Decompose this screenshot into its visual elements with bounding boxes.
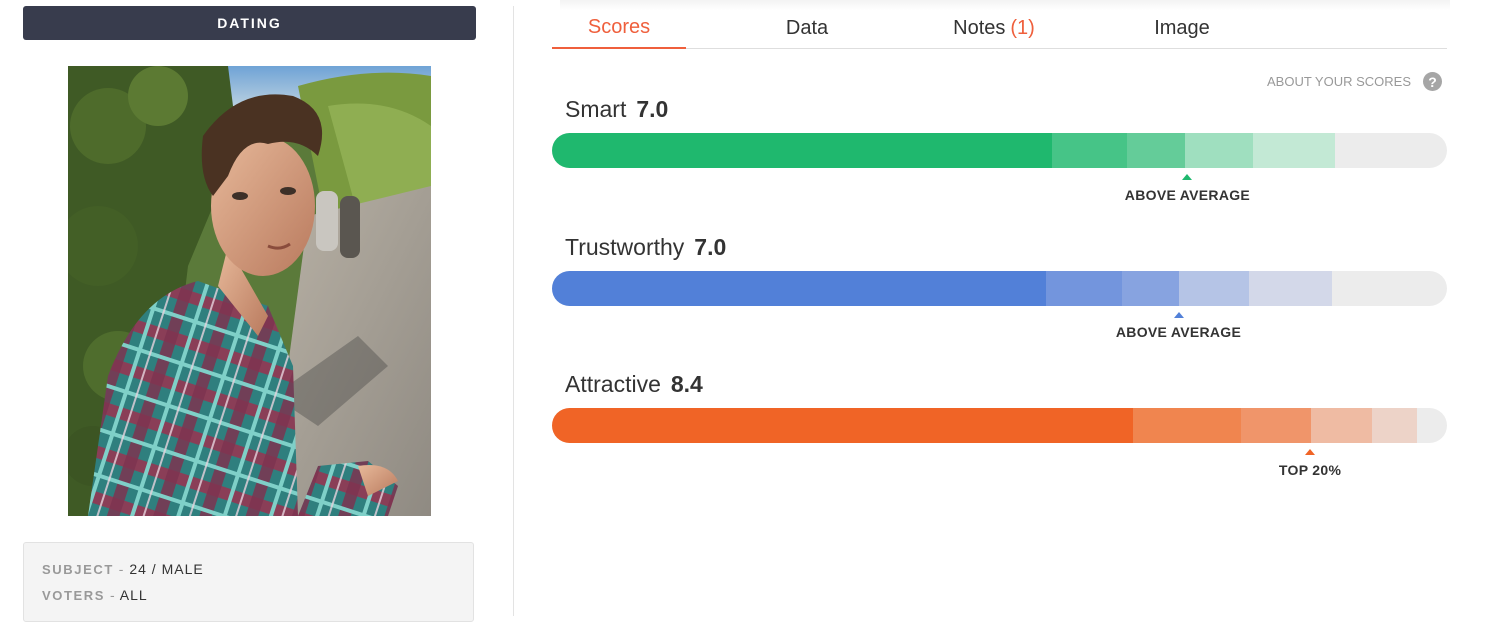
score-smart-name: Smart (565, 96, 627, 122)
score-smart-value: 7.0 (636, 96, 669, 122)
score-bar-segment (1179, 271, 1250, 306)
subject-info-box: SUBJECT - 24 / MALE VOTERS - ALL (23, 542, 474, 622)
score-trustworthy-marker-label: ABOVE AVERAGE (1115, 324, 1242, 340)
score-smart-bar (552, 133, 1447, 168)
score-bar-segment (1132, 408, 1242, 443)
score-bar-segment (1127, 133, 1185, 168)
score-attractive-marker-label: TOP 20% (1278, 462, 1342, 478)
voters-separator: - (109, 587, 116, 603)
tab-bar: Scores Data Notes (1) Image (552, 8, 1447, 49)
voters-label: VOTERS (42, 588, 106, 603)
score-attractive-title: Attractive 8.4 (565, 371, 703, 398)
tab-notes-count: (1) (1010, 16, 1035, 39)
score-bar-segment (1252, 133, 1336, 168)
tab-scores[interactable]: Scores (552, 8, 686, 49)
score-trustworthy-marker (1173, 312, 1184, 318)
about-scores-link[interactable]: ABOUT YOUR SCORES ? (1267, 72, 1442, 91)
tab-image[interactable]: Image (1115, 8, 1249, 48)
tab-image-label: Image (1154, 16, 1210, 39)
voters-row: VOTERS - ALL (42, 587, 455, 613)
score-bar-segment (552, 271, 1047, 306)
score-smart-title: Smart 7.0 (565, 96, 668, 123)
subject-value: 24 / MALE (129, 561, 204, 577)
score-bar-segment (1371, 408, 1418, 443)
subject-photo (68, 66, 431, 516)
score-attractive-bar (552, 408, 1447, 443)
tab-data[interactable]: Data (740, 8, 874, 48)
tab-data-label: Data (785, 16, 829, 39)
category-label: DATING (23, 6, 476, 40)
score-bar-segment (1122, 271, 1180, 306)
score-bar-segment (1046, 271, 1123, 306)
tab-scores-label: Scores (587, 16, 651, 38)
score-bar-segment (552, 408, 1133, 443)
tab-notes[interactable]: Notes (1) (924, 8, 1064, 48)
score-bar-segment (1241, 408, 1311, 443)
subject-row: SUBJECT - 24 / MALE (42, 561, 455, 587)
score-trustworthy: Trustworthy 7.0 ABOVE AVERAGE (552, 234, 1447, 344)
score-trustworthy-title: Trustworthy 7.0 (565, 234, 726, 261)
score-attractive: Attractive 8.4 TOP 20% (552, 371, 1447, 481)
score-trustworthy-value: 7.0 (694, 234, 727, 260)
subject-label: SUBJECT (42, 562, 114, 577)
score-bar-segment (552, 133, 1053, 168)
score-attractive-value: 8.4 (670, 371, 703, 397)
score-smart: Smart 7.0 ABOVE AVERAGE (552, 96, 1447, 206)
subject-separator: - (118, 561, 125, 577)
score-trustworthy-bar (552, 271, 1447, 306)
tab-notes-label: Notes (953, 16, 1006, 39)
score-bar-segment (1052, 133, 1128, 168)
score-bar-segment (1310, 408, 1372, 443)
about-scores-label: ABOUT YOUR SCORES (1267, 74, 1411, 89)
score-attractive-marker (1305, 449, 1316, 455)
score-bar-segment (1249, 271, 1332, 306)
voters-value: ALL (119, 587, 148, 603)
score-smart-marker (1182, 174, 1193, 180)
score-trustworthy-name: Trustworthy (565, 234, 685, 260)
score-bar-segment (1184, 133, 1253, 168)
score-attractive-name: Attractive (565, 371, 661, 397)
question-circle-icon[interactable]: ? (1423, 72, 1442, 91)
score-smart-marker-label: ABOVE AVERAGE (1124, 187, 1251, 203)
column-divider (513, 6, 514, 616)
